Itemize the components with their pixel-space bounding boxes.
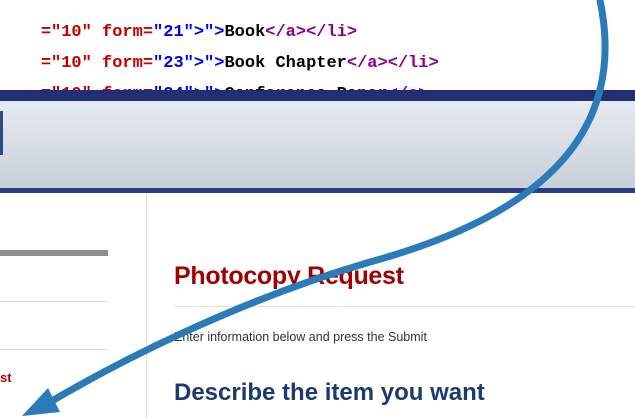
title-divider [174,306,635,307]
site-header-band [0,93,635,193]
sidebar: st [0,195,147,418]
header-divider [0,111,3,155]
html-source-view: ="10" form="21">">Book</a></li> ="10" fo… [0,0,635,93]
header-top-stripe [0,93,635,101]
section-title: Describe the item you want [174,379,485,406]
instructions-text: Enter information below and press the Su… [174,330,427,344]
sidebar-divider [0,349,108,350]
sidebar-divider [0,301,108,302]
sidebar-link-fragment[interactable]: st [0,370,12,385]
code-line: ="10" form="24">">Conference Paper</a> [0,66,429,90]
page-title: Photocopy Request [174,262,404,290]
sidebar-header-bar [0,250,108,256]
